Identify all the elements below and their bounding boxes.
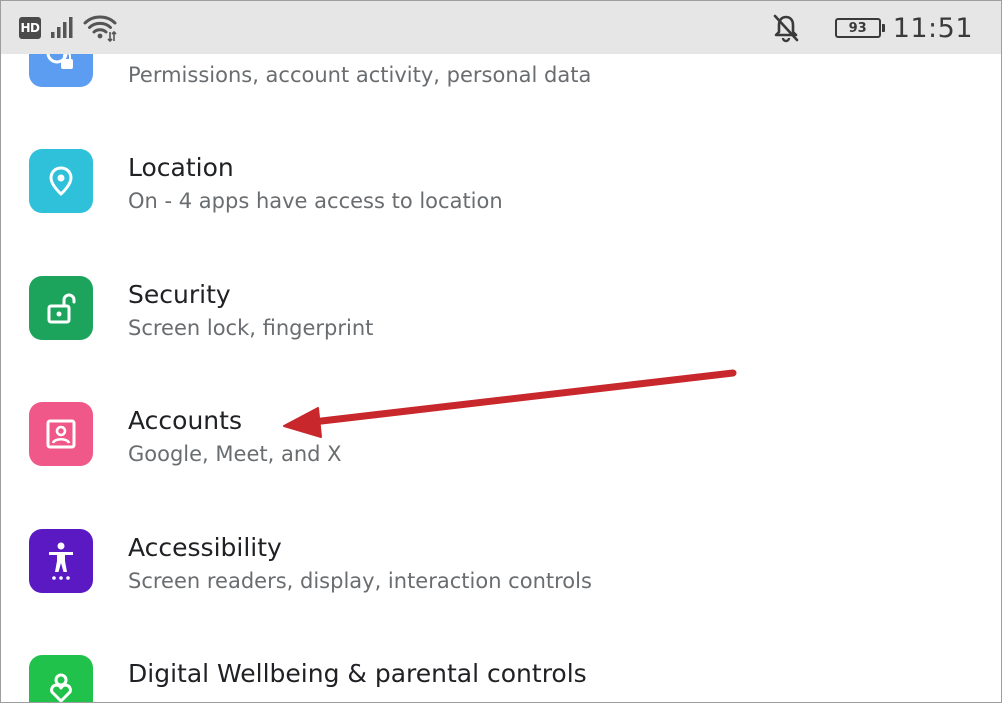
account-box-icon	[46, 419, 76, 449]
wellbeing-icon	[50, 673, 72, 702]
notifications-off-icon	[773, 14, 798, 43]
status-bar-right: 93 11:51	[771, 9, 973, 47]
settings-item-subtitle: Screen readers, display, interaction con…	[128, 569, 592, 593]
settings-item-title: Digital Wellbeing & parental controls	[128, 659, 587, 688]
settings-item-subtitle: Google, Meet, and X	[128, 442, 342, 466]
battery-indicator: 93	[834, 18, 885, 38]
settings-item-digital-wellbeing[interactable]: Digital Wellbeing & parental controls	[1, 637, 1001, 702]
accessibility-icon	[49, 542, 73, 580]
wellbeing-icon-tile	[29, 655, 93, 702]
hd-badge: HD	[19, 17, 41, 39]
settings-item-subtitle: Screen lock, fingerprint	[128, 316, 374, 340]
settings-item-subtitle: On - 4 apps have access to location	[128, 189, 503, 213]
settings-item-subtitle: Permissions, account activity, personal …	[128, 63, 592, 87]
accessibility-icon-tile	[29, 529, 93, 593]
status-clock: 11:51	[892, 12, 973, 44]
cell-signal-icon	[51, 17, 73, 38]
settings-item-accounts[interactable]: Accounts Google, Meet, and X	[1, 384, 1001, 484]
settings-item-title: Security	[128, 280, 231, 309]
location-pin-icon	[49, 166, 73, 196]
settings-item-security[interactable]: Security Screen lock, fingerprint	[1, 258, 1001, 358]
settings-list: Permissions, account activity, personal …	[1, 1, 1001, 702]
settings-item-location[interactable]: Location On - 4 apps have access to loca…	[1, 131, 1001, 231]
screenshot-frame: Permissions, account activity, personal …	[0, 0, 1002, 703]
unlock-icon	[47, 293, 76, 324]
wifi-icon	[83, 15, 117, 42]
settings-item-title: Accounts	[128, 406, 242, 435]
settings-item-title: Accessibility	[128, 533, 282, 562]
settings-item-title: Location	[128, 153, 234, 182]
accounts-icon-tile	[29, 402, 93, 466]
status-bar: HD 93 11:51	[1, 1, 1001, 54]
status-bar-left: HD	[19, 14, 117, 42]
battery-level: 93	[848, 20, 867, 36]
settings-item-accessibility[interactable]: Accessibility Screen readers, display, i…	[1, 511, 1001, 611]
location-icon-tile	[29, 149, 93, 213]
security-icon-tile	[29, 276, 93, 340]
